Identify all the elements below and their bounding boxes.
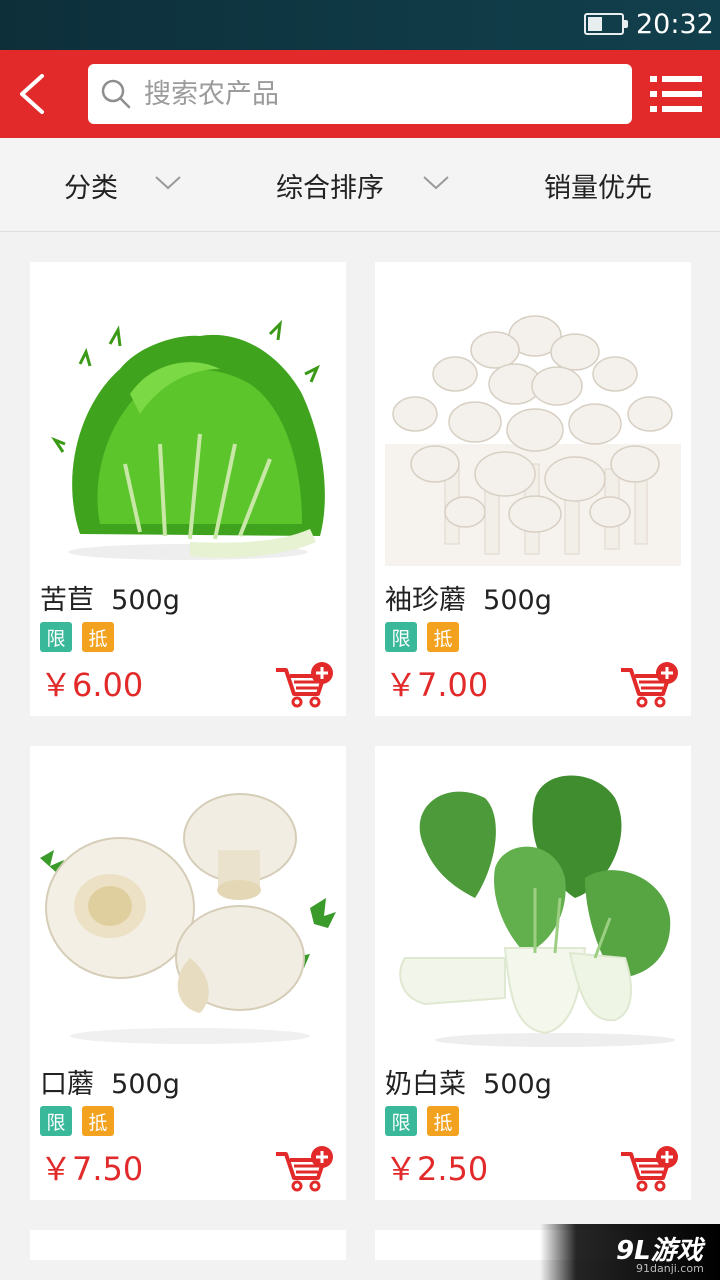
limited-badge: 限 — [40, 622, 72, 652]
deduction-badge: 抵 — [82, 1106, 114, 1136]
top-header — [0, 50, 720, 138]
add-to-cart-icon[interactable] — [619, 660, 681, 708]
product-card[interactable]: 苦苣 500g 限 抵 ￥6.00 — [30, 262, 346, 716]
product-name: 袖珍蘑 500g — [385, 585, 552, 616]
deduction-badge: 抵 — [427, 622, 459, 652]
filter-sort-label: 综合排序 — [276, 172, 384, 204]
battery-icon — [584, 13, 628, 35]
add-to-cart-icon[interactable] — [619, 1144, 681, 1192]
product-price: ￥7.00 — [385, 666, 489, 704]
deduction-badge: 抵 — [427, 1106, 459, 1136]
product-tags: 限 抵 — [40, 1106, 114, 1136]
endive-image — [40, 274, 336, 566]
filter-sales[interactable]: 销量优先 — [544, 138, 664, 232]
filter-bar: 分类 综合排序 销量优先 — [0, 138, 720, 232]
product-name: 奶白菜 500g — [385, 1069, 552, 1100]
product-card-partial[interactable] — [30, 1230, 346, 1260]
search-icon — [101, 79, 131, 109]
chevron-down-icon — [155, 176, 181, 190]
filter-category[interactable]: 分类 — [64, 138, 194, 232]
product-tags: 限 抵 — [385, 622, 459, 652]
product-price: ￥2.50 — [385, 1150, 489, 1188]
watermark-url: 91danji.com — [636, 1262, 704, 1275]
limited-badge: 限 — [40, 1106, 72, 1136]
deduction-badge: 抵 — [82, 622, 114, 652]
product-tags: 限 抵 — [385, 1106, 459, 1136]
product-price: ￥7.50 — [40, 1150, 144, 1188]
search-input[interactable] — [144, 64, 614, 124]
filter-category-label: 分类 — [64, 172, 118, 204]
back-button[interactable] — [10, 68, 60, 120]
add-to-cart-icon[interactable] — [274, 1144, 336, 1192]
chevron-down-icon — [423, 176, 449, 190]
list-menu-button[interactable] — [648, 74, 704, 114]
product-name: 苦苣 500g — [40, 585, 180, 616]
back-arrow-icon — [20, 74, 44, 114]
limited-badge: 限 — [385, 622, 417, 652]
status-time: 20:32 — [636, 9, 714, 40]
product-card[interactable]: 奶白菜 500g 限 抵 ￥2.50 — [375, 746, 691, 1200]
bok-choy-image — [385, 758, 681, 1050]
product-tags: 限 抵 — [40, 622, 114, 652]
watermark: 9L游戏 91danji.com — [540, 1224, 720, 1280]
filter-sales-label: 销量优先 — [544, 172, 652, 204]
white-mushroom-image — [385, 274, 681, 566]
button-mushroom-image — [40, 758, 336, 1050]
add-to-cart-icon[interactable] — [274, 660, 336, 708]
product-card[interactable]: 口蘑 500g 限 抵 ￥7.50 — [30, 746, 346, 1200]
list-menu-icon — [650, 76, 702, 112]
product-card[interactable]: 袖珍蘑 500g 限 抵 ￥7.00 — [375, 262, 691, 716]
product-name: 口蘑 500g — [40, 1069, 180, 1100]
search-box[interactable] — [88, 64, 632, 124]
product-price: ￥6.00 — [40, 666, 144, 704]
limited-badge: 限 — [385, 1106, 417, 1136]
filter-sort[interactable]: 综合排序 — [276, 138, 456, 232]
status-bar: 20:32 — [0, 0, 720, 50]
